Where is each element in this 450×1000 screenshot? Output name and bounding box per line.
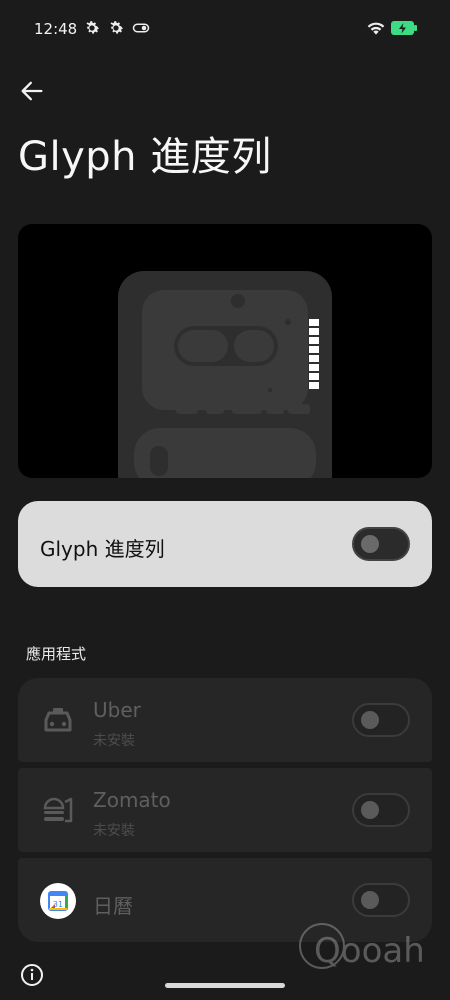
switch-knob <box>361 801 379 819</box>
gear-icon <box>86 21 100 34</box>
glyph-preview <box>18 224 432 478</box>
uber-switch[interactable] <box>352 703 410 737</box>
watermark-logo: Qooah <box>299 923 425 971</box>
calendar-switch[interactable] <box>352 883 410 917</box>
app-row-zomato[interactable]: Zomato 未安裝 <box>18 768 432 852</box>
gear-icon <box>110 21 124 34</box>
status-bar: 12:48 <box>0 0 450 60</box>
car-icon <box>44 708 72 732</box>
food-delivery-icon <box>43 797 73 823</box>
phone-glyph-illustration <box>118 271 332 478</box>
glyph-progress-toggle-card[interactable]: Glyph 進度列 <box>18 501 432 587</box>
app-install-status: 未安裝 <box>93 823 135 839</box>
calendar-icon-label: 31 <box>53 900 63 909</box>
apps-section-title: 應用程式 <box>26 645 87 663</box>
switch-knob <box>361 535 379 553</box>
app-name: Zomato <box>93 788 171 812</box>
battery-charging-icon <box>391 21 417 35</box>
glyph-progress-switch[interactable] <box>352 527 410 561</box>
wifi-icon <box>367 22 385 35</box>
calendar-icon: 31 <box>40 883 76 919</box>
home-indicator[interactable] <box>165 983 285 988</box>
back-arrow-icon[interactable] <box>18 77 46 105</box>
status-time: 12:48 <box>34 20 78 38</box>
info-icon[interactable] <box>20 963 44 987</box>
toggle-icon <box>132 23 150 33</box>
watermark-text: Qooah <box>314 931 425 971</box>
app-install-status: 未安裝 <box>93 733 135 749</box>
switch-knob <box>361 711 379 729</box>
page-title: Glyph 進度列 <box>18 134 272 180</box>
switch-knob <box>361 891 379 909</box>
glyph-progress-label: Glyph 進度列 <box>40 537 165 561</box>
app-name: Uber <box>93 698 141 722</box>
zomato-switch[interactable] <box>352 793 410 827</box>
app-row-uber[interactable]: Uber 未安裝 <box>18 678 432 762</box>
app-name: 日曆 <box>93 894 133 918</box>
